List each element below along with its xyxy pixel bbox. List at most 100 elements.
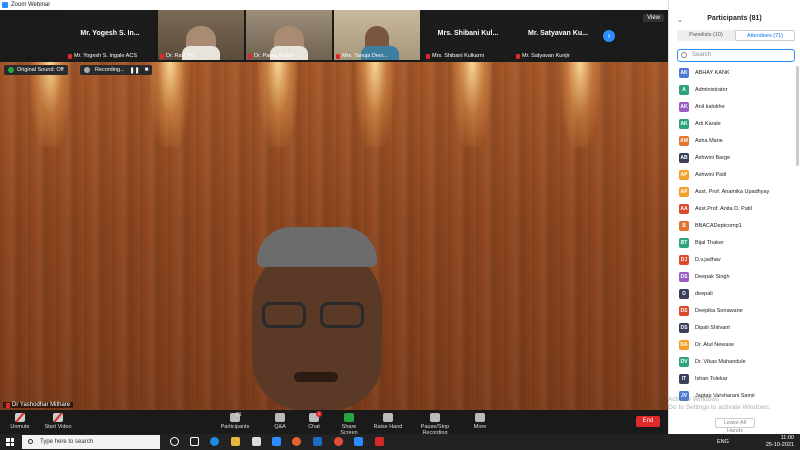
avatar: A — [679, 84, 689, 95]
qa-button[interactable]: Q&A — [270, 413, 290, 430]
participant-name: Arti Karale — [695, 120, 721, 127]
participant-row[interactable]: AA Asst.Prof. Anita D. Patil — [669, 200, 795, 217]
avatar: AB — [679, 152, 689, 163]
system-clock[interactable]: 11:00 25-10-2021 — [766, 435, 794, 449]
file-explorer-icon[interactable] — [231, 437, 240, 446]
thumbnail-tile[interactable]: Mrs. Tanuja Devi... — [334, 10, 420, 60]
muted-mic-icon — [6, 402, 10, 408]
task-view-icon[interactable] — [190, 437, 199, 446]
thumbnail-tile[interactable]: Mr. Satyavan Ku... Mr. Satyavan Kunjir — [514, 10, 602, 60]
avatar: DA — [679, 339, 689, 350]
participant-row[interactable]: BT Bijal Thaker — [669, 234, 795, 251]
unmute-button[interactable]: Unmute — [8, 413, 32, 430]
participant-name: Asst. Prof. Anamika Upadhyay — [695, 188, 770, 195]
participant-name: Asst.Prof. Anita D. Patil — [695, 205, 752, 212]
recording-badge: Recording... ❚❚ ■ — [80, 65, 153, 75]
search-icon — [681, 52, 687, 58]
participant-row[interactable]: IT Ishan Tolekar — [669, 370, 795, 387]
zoom-taskbar-icon[interactable] — [354, 437, 363, 446]
thumbnail-name-tag: Mrs. Shibani Kulkarni — [426, 53, 484, 59]
participant-name: BBACADeptcomp1 — [695, 222, 742, 229]
participant-row[interactable]: Ddeepali — [669, 285, 795, 302]
video-camera-icon — [53, 413, 63, 422]
tab-panelists[interactable]: Panelists (10) — [677, 30, 735, 41]
participant-row[interactable]: AP Ashwini Patil — [669, 166, 795, 183]
avatar: AA — [679, 203, 689, 214]
leave-all-hands-button[interactable]: Leave All Hands — [715, 418, 755, 434]
muted-mic-icon — [426, 53, 430, 59]
participant-row[interactable]: AK ABHAY KANK — [669, 64, 795, 81]
participants-button[interactable]: 81 Participants — [220, 412, 250, 430]
windows-start-icon[interactable] — [6, 438, 14, 446]
chat-button[interactable]: 1 Chat — [304, 411, 324, 430]
participant-row[interactable]: DJ D.v.jadhav — [669, 251, 795, 268]
word-icon[interactable] — [313, 437, 322, 446]
meeting-toolbar: Unmute Start Video 81 Participants Q&A 1… — [0, 410, 668, 436]
participant-search-input[interactable]: Search — [677, 49, 795, 62]
more-button[interactable]: More — [470, 413, 490, 430]
start-video-button[interactable]: Start Video — [42, 413, 74, 430]
recording-icon — [84, 67, 90, 73]
store-icon[interactable] — [252, 437, 261, 446]
next-page-arrow-icon[interactable]: › — [603, 30, 615, 42]
view-label: View — [647, 15, 660, 21]
mail-icon[interactable] — [272, 437, 281, 446]
pause-recording-icon[interactable]: ❚❚ — [130, 67, 140, 74]
participant-row[interactable]: AB Ashwini Barge — [669, 149, 795, 166]
cortana-icon[interactable] — [170, 437, 179, 446]
participant-row[interactable]: B BBACADeptcomp1 — [669, 217, 795, 234]
avatar: AK — [679, 101, 689, 112]
thumbnail-name-tag: Dr. Ravi Pa... — [160, 53, 198, 59]
avatar: BT — [679, 237, 689, 248]
participant-name: ABHAY KANK — [695, 69, 730, 76]
participant-name: Deepak Singh — [695, 273, 730, 280]
pdf-reader-icon[interactable] — [375, 437, 384, 446]
participants-panel: ⌄ Participants (81) Panelists (10) Atten… — [668, 0, 800, 434]
participant-row[interactable]: AM Asha Mane — [669, 132, 795, 149]
pause-stop-icon — [430, 413, 440, 422]
avatar: AK — [679, 67, 689, 78]
view-button[interactable]: View — [643, 14, 664, 22]
muted-mic-icon — [68, 53, 72, 59]
thumbnail-name-tag: Mr. Yogesh S. Ingale ACS — [68, 53, 137, 59]
participant-row[interactable]: DV Dr. Vikas Mahandule — [669, 353, 795, 370]
end-button[interactable]: End — [636, 416, 660, 427]
share-screen-button[interactable]: Share Screen — [333, 413, 365, 436]
participant-row[interactable]: A Administrator — [669, 81, 795, 98]
participant-list-scrollbar[interactable] — [796, 66, 799, 166]
avatar: DS — [679, 271, 689, 282]
participant-row[interactable]: DS Deepak Singh — [669, 268, 795, 285]
chrome-icon[interactable] — [334, 437, 343, 446]
thumbnail-tile[interactable]: Mrs. Shibani Kul... Mrs. Shibani Kulkarn… — [424, 10, 512, 60]
tab-attendees[interactable]: Attendees (71) — [735, 30, 795, 41]
language-indicator[interactable]: ENG — [717, 439, 729, 445]
qa-icon — [275, 413, 285, 422]
original-sound-badge[interactable]: Original Sound: Off — [4, 65, 68, 75]
raise-hand-button[interactable]: Raise Hand — [373, 413, 403, 430]
participant-name: D.v.jadhav — [695, 256, 721, 263]
participant-name: Ashwini Patil — [695, 171, 727, 178]
stop-recording-icon[interactable]: ■ — [145, 67, 149, 73]
participant-name: Asha Mane — [695, 137, 723, 144]
thumbnail-tile[interactable]: Dr. Parag Kalkar — [246, 10, 332, 60]
edge-browser-icon[interactable] — [210, 437, 219, 446]
participant-row[interactable]: AK Anil kalokhe — [669, 98, 795, 115]
muted-mic-icon — [248, 53, 252, 59]
thumbnail-tile[interactable]: Mr. Yogesh S. In... Mr. Yogesh S. Ingale… — [66, 10, 154, 60]
thumbnail-name-tag: Dr. Parag Kalkar — [248, 53, 294, 59]
participant-row[interactable]: AK Arti Karale — [669, 115, 795, 132]
search-icon — [28, 439, 33, 444]
participant-row[interactable]: AP Asst. Prof. Anamika Upadhyay — [669, 183, 795, 200]
thumbnail-tile[interactable]: Dr. Ravi Pa... — [158, 10, 244, 60]
participant-row[interactable]: DS Deepika Sonawane — [669, 302, 795, 319]
taskbar-search-box[interactable]: Type here to search — [22, 435, 160, 449]
thumbnail-display-name: Mr. Yogesh S. In... — [80, 30, 140, 37]
firefox-icon[interactable] — [292, 437, 301, 446]
pause-stop-recording-button[interactable]: Pause/Stop Recording — [408, 413, 462, 436]
participant-row[interactable]: DA Dr. Atul Newase — [669, 336, 795, 353]
participant-name: Dr. Atul Newase — [695, 341, 735, 348]
avatar: D — [679, 288, 689, 299]
share-screen-icon — [344, 413, 354, 422]
thumbnail-display-name: Mrs. Shibani Kul... — [437, 30, 499, 37]
participant-row[interactable]: DS Dipali Shilvant — [669, 319, 795, 336]
